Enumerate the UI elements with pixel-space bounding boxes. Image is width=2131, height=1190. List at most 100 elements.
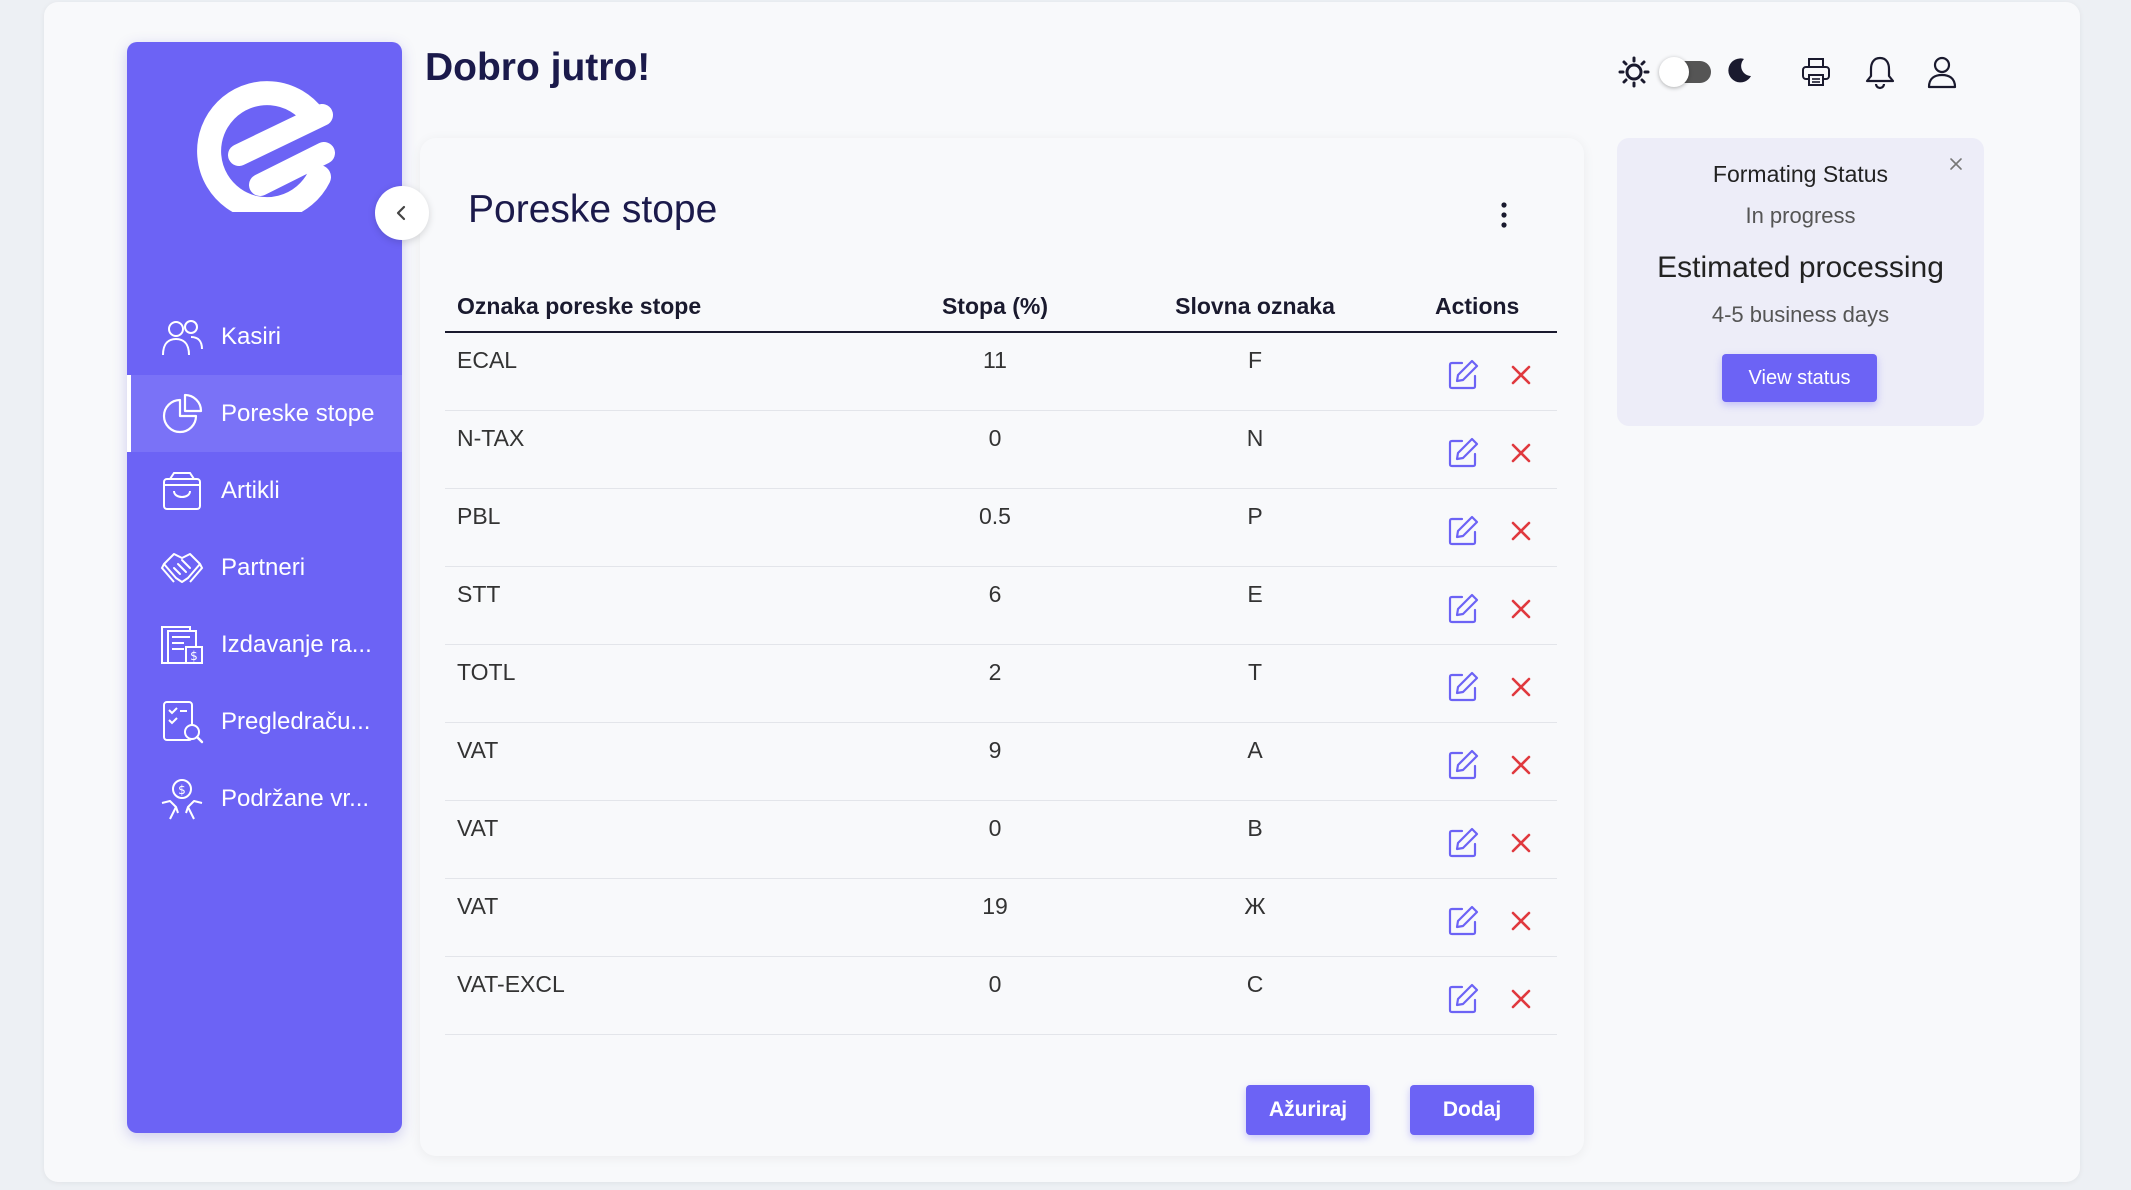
status-state: In progress: [1745, 203, 1856, 228]
edit-button[interactable]: [1445, 825, 1481, 861]
table-row: VAT 0 B: [445, 801, 1557, 879]
cell-letter: N: [1246, 425, 1264, 451]
delete-x-icon: [1511, 989, 1531, 1009]
sidebar-item-label: Izdavanje ra...: [221, 630, 372, 658]
cell-letter: B: [1247, 815, 1263, 841]
greeting-title: Dobro jutro!: [425, 46, 651, 89]
cell-letter: T: [1247, 659, 1263, 685]
status-title: Formating Status: [1712, 161, 1889, 187]
sidebar-item-label: Poreske stope: [221, 399, 375, 427]
delete-button[interactable]: [1503, 357, 1539, 393]
delete-button[interactable]: [1503, 669, 1539, 705]
cell-code: STT: [457, 581, 501, 607]
header-rate[interactable]: Stopa (%): [885, 293, 1105, 320]
edit-button[interactable]: [1445, 669, 1481, 705]
sidebar-item-6[interactable]: Pregledraču...: [127, 683, 402, 760]
svg-text:$: $: [178, 783, 186, 797]
sidebar-item-1[interactable]: Kasiri: [127, 298, 402, 375]
edit-button[interactable]: [1445, 513, 1481, 549]
sun-icon[interactable]: [1618, 56, 1650, 88]
cell-rate: 0: [988, 971, 1002, 997]
edit-button[interactable]: [1445, 435, 1481, 471]
delete-button[interactable]: [1503, 591, 1539, 627]
cell-actions: [1405, 957, 1557, 1017]
edit-button[interactable]: [1445, 357, 1481, 393]
cell-rate: 11: [983, 347, 1007, 373]
edit-button[interactable]: [1445, 747, 1481, 783]
cell-code: VAT: [457, 893, 499, 919]
cell-actions: [1405, 645, 1557, 705]
hand-coin-icon: $: [161, 778, 203, 819]
delete-button[interactable]: [1503, 435, 1539, 471]
table-body: ECAL 11 F N-TAX 0 N PBL 0.5 P STT 6 E TOTL 2 T VAT 9 A VAT…: [445, 333, 1557, 1035]
sidebar-item-5[interactable]: $ Izdavanje ra...: [127, 606, 402, 683]
cell-code: VAT: [457, 737, 499, 763]
delete-button[interactable]: [1503, 981, 1539, 1017]
cell-rate: 0: [988, 815, 1002, 841]
delete-x-icon: [1511, 365, 1531, 385]
printer-icon[interactable]: [1800, 56, 1832, 88]
cell-rate: 0.5: [979, 503, 1011, 529]
delete-x-icon: [1511, 911, 1531, 931]
delete-x-icon: [1511, 599, 1531, 619]
page-title: Poreske stope: [468, 188, 718, 231]
status-estimate-label: Estimated processing: [1657, 251, 1944, 284]
cell-letter: P: [1247, 503, 1263, 529]
update-button[interactable]: Ažuriraj: [1246, 1085, 1370, 1135]
delete-button[interactable]: [1503, 747, 1539, 783]
cell-actions: [1405, 879, 1557, 939]
sidebar-item-7[interactable]: $ Podržane vr...: [127, 760, 402, 837]
edit-icon: [1448, 983, 1479, 1014]
edit-icon: [1448, 827, 1479, 858]
delete-x-icon: [1511, 677, 1531, 697]
cell-letter: F: [1247, 347, 1263, 373]
svg-text:$: $: [190, 649, 198, 663]
cell-rate: 2: [988, 659, 1002, 685]
sidebar-item-3[interactable]: Artikli: [127, 452, 402, 529]
sidebar-collapse-button[interactable]: [375, 186, 429, 240]
more-options-icon[interactable]: [1498, 200, 1510, 230]
header-code[interactable]: Oznaka poreske stope: [445, 293, 885, 320]
cell-code: ECAL: [457, 347, 518, 373]
edit-button[interactable]: [1445, 981, 1481, 1017]
sidebar-item-label: Artikli: [221, 476, 280, 504]
cell-letter: C: [1246, 971, 1264, 997]
delete-x-icon: [1511, 833, 1531, 853]
bell-icon[interactable]: [1864, 54, 1896, 90]
cell-actions: [1405, 801, 1557, 861]
table-row: VAT-EXCL 0 C: [445, 957, 1557, 1035]
delete-button[interactable]: [1503, 513, 1539, 549]
user-profile-icon[interactable]: [1926, 54, 1958, 90]
delete-x-icon: [1511, 521, 1531, 541]
delete-button[interactable]: [1503, 825, 1539, 861]
cell-letter: A: [1247, 737, 1263, 763]
header-letter[interactable]: Slovna oznaka: [1105, 293, 1405, 320]
edit-button[interactable]: [1445, 903, 1481, 939]
sidebar: Kasiri Poreske stope Artikli Partneri $ Izdav…: [127, 42, 402, 1133]
edit-icon: [1448, 905, 1479, 936]
cell-actions: [1405, 567, 1557, 627]
cell-actions: [1405, 723, 1557, 783]
table-header: Oznaka poreske stope Stopa (%) Slovna oz…: [445, 282, 1557, 333]
sidebar-nav: Kasiri Poreske stope Artikli Partneri $ Izdav…: [127, 298, 402, 837]
add-button[interactable]: Dodaj: [1410, 1085, 1534, 1135]
sidebar-item-4[interactable]: Partneri: [127, 529, 402, 606]
cell-rate: 9: [988, 737, 1002, 763]
edit-button[interactable]: [1445, 591, 1481, 627]
moon-icon[interactable]: [1724, 56, 1754, 86]
cell-code: VAT-EXCL: [457, 971, 565, 997]
cell-actions: [1405, 489, 1557, 549]
table-row: PBL 0.5 P: [445, 489, 1557, 567]
users-icon: [162, 319, 203, 355]
theme-toggle[interactable]: [1659, 57, 1711, 87]
view-status-button[interactable]: View status: [1722, 354, 1877, 402]
delete-button[interactable]: [1503, 903, 1539, 939]
table-row: N-TAX 0 N: [445, 411, 1557, 489]
header-actions: Actions: [1435, 293, 1520, 319]
chevron-left-icon: [396, 205, 406, 221]
pie-chart-icon: [162, 393, 203, 433]
sidebar-item-2[interactable]: Poreske stope: [127, 375, 402, 452]
edit-icon: [1448, 593, 1479, 624]
cell-rate: 19: [982, 893, 1008, 919]
theme-toggle-knob: [1659, 57, 1689, 87]
